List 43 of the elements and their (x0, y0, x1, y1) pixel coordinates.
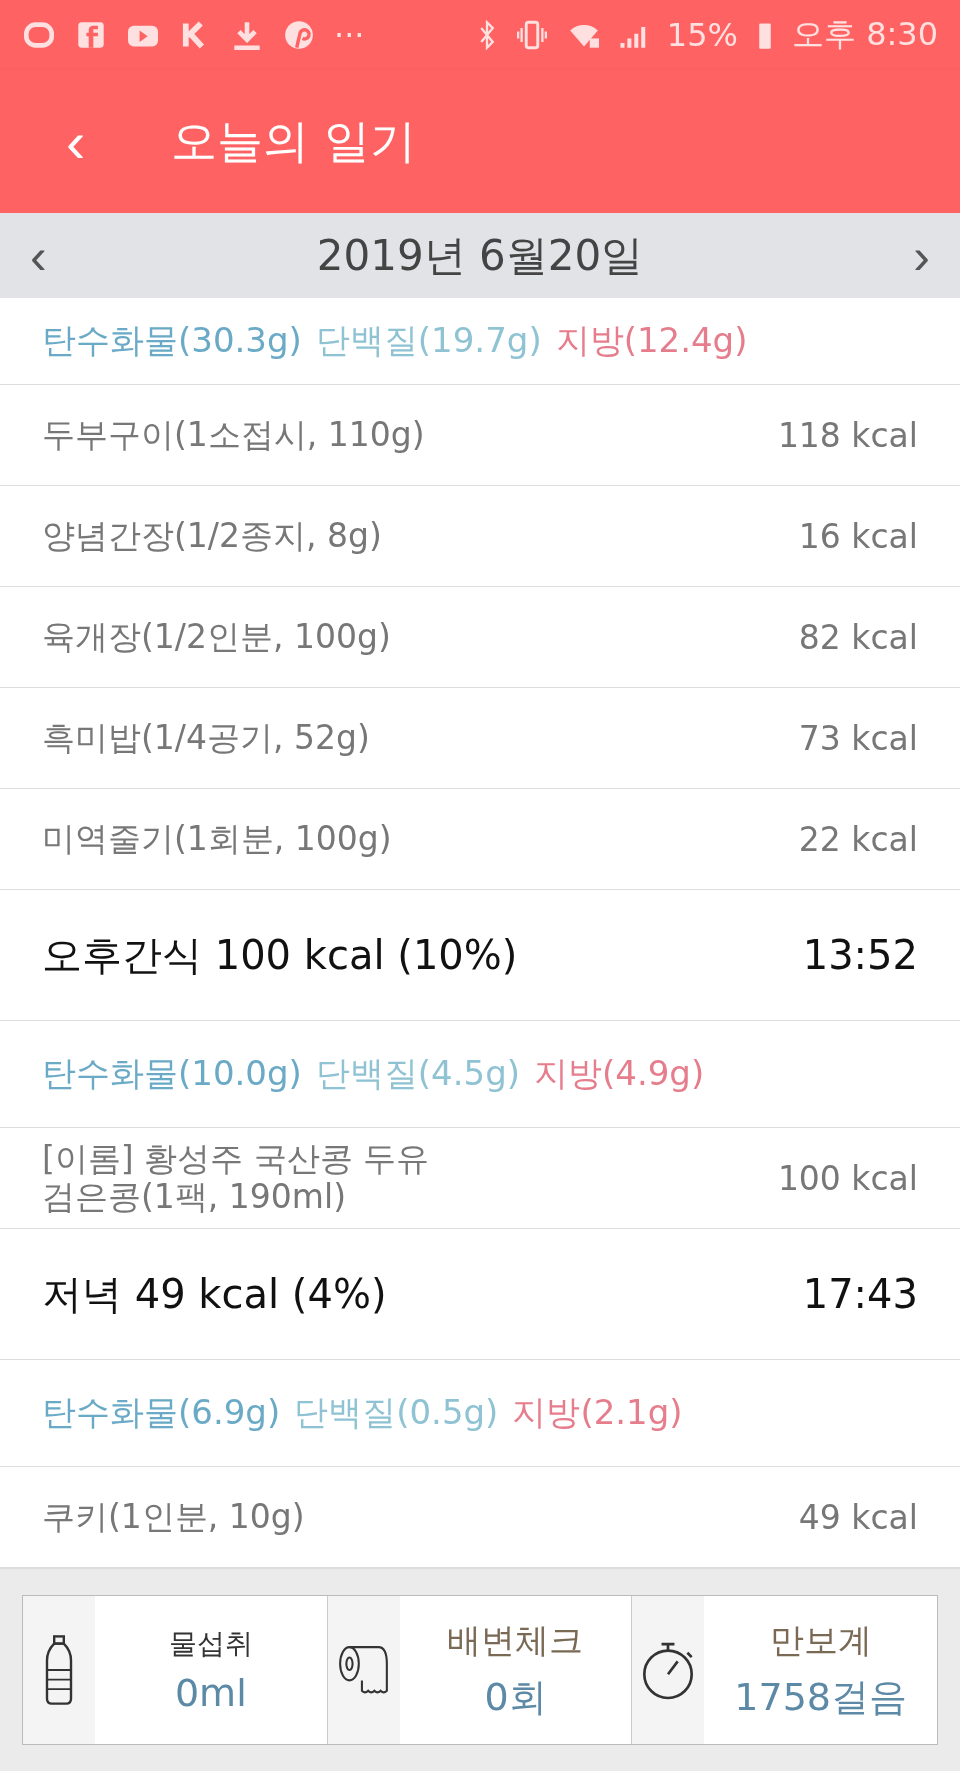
nutrient-amount: 탄수화물(6.9g) (42, 1391, 281, 1434)
clock: 오후 8:30 (791, 14, 938, 55)
next-day-button[interactable]: › (907, 226, 936, 285)
food-calories: 49 kcal (798, 1497, 918, 1537)
nutrient-amount: 탄수화물(10.0g) (42, 1052, 302, 1095)
food-name: 흑미밥(1/4공기, 52g) (42, 719, 370, 757)
nutrient-amount: 지방(12.4g) (555, 319, 748, 362)
food-calories: 73 kcal (798, 718, 918, 758)
tracker-value: 0회 (484, 1673, 547, 1721)
more-notifications: ··· (334, 16, 365, 54)
meal-time: 17:43 (802, 1271, 918, 1317)
nutrient-amount: 지방(4.9g) (534, 1052, 705, 1095)
food-calories: 100 kcal (777, 1158, 918, 1198)
tracker-value: 0ml (174, 1671, 247, 1715)
previous-day-button[interactable]: ‹ (24, 226, 53, 285)
food-name: 양념간장(1/2종지, 8g) (42, 517, 382, 555)
nutrient-amount: 탄수화물(30.3g) (42, 319, 302, 362)
food-calories: 22 kcal (798, 819, 918, 859)
nutrient-amount: 지방(2.1g) (512, 1391, 683, 1434)
back-button[interactable]: ‹ (60, 108, 92, 175)
meal-title: 저녁 49 kcal (4%) (42, 1269, 387, 1319)
food-calories: 118 kcal (777, 415, 918, 455)
pin-icon (282, 20, 316, 50)
nutrient-amount: 단백질(4.5g) (315, 1052, 520, 1095)
nutrient-amount: 단백질(0.5g) (294, 1391, 499, 1434)
battery-percent: 15% (666, 16, 738, 54)
tracker-label: 만보계 (769, 1618, 872, 1662)
tracker-label: 물섭취 (168, 1626, 253, 1662)
tracker-value: 1758걸음 (734, 1673, 907, 1721)
date-label: 2019년 6월20일 (316, 229, 644, 282)
food-calories: 82 kcal (798, 617, 918, 657)
food-calories: 16 kcal (798, 516, 918, 556)
food-name: [이롬] 황성주 국산콩 두유 검은콩(1팩, 190ml) (42, 1140, 431, 1216)
tracker-label: 배변체크 (447, 1618, 584, 1662)
meal-time: 13:52 (802, 932, 918, 978)
vibrate-icon (514, 20, 549, 50)
page-title: 오늘의 일기 (171, 112, 416, 170)
food-name: 쿠키(1인분, 10g) (42, 1498, 305, 1536)
food-name: 두부구이(1소접시, 110g) (42, 416, 425, 454)
nutrient-amount: 단백질(19.7g) (315, 319, 542, 362)
food-name: 미역줄기(1회분, 100g) (42, 820, 392, 858)
meal-title: 오후간식 100 kcal (10%) (42, 930, 518, 980)
food-name: 육개장(1/2인분, 100g) (42, 618, 391, 656)
